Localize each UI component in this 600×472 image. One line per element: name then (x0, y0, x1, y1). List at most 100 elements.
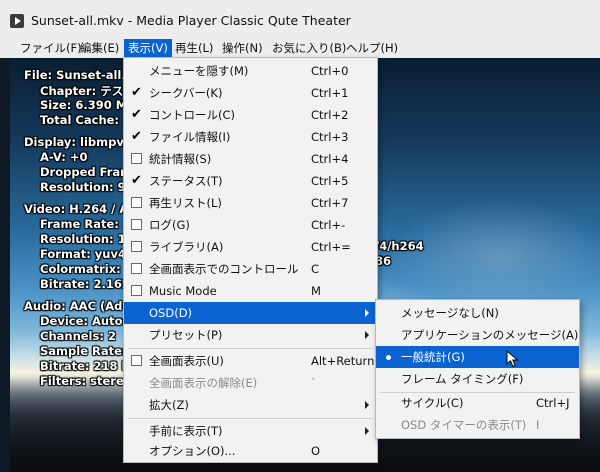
checkbox-icon (131, 241, 142, 252)
menu-item-log[interactable]: ログ(G) Ctrl+- (124, 214, 377, 236)
menu-item-label: コントロール(C) (149, 108, 236, 122)
menu-item-label: OSD タイマーの表示(T) (401, 418, 527, 432)
menu-item-presets[interactable]: プリセット(P) (124, 324, 377, 346)
osd-sample-rate: Sample Rate: (40, 344, 127, 358)
title-bar[interactable]: Sunset-all.mkv - Media Player Classic Qu… (0, 0, 600, 38)
osd-item-frame-timing[interactable]: フレーム タイミング(F) (376, 368, 579, 390)
menu-item-status[interactable]: ✔ ステータス(T) Ctrl+5 (124, 170, 377, 192)
menu-item-controls[interactable]: ✔ コントロール(C) Ctrl+2 (124, 104, 377, 126)
menu-item-label: ファイル情報(I) (149, 130, 231, 144)
view-menu: メニューを隠す(M) Ctrl+0 ✔ シークバー(K) Ctrl+1 ✔ コン… (123, 57, 378, 463)
osd-video-resolution: Resolution: 1 (40, 232, 126, 246)
menu-item-fullscreen-controls[interactable]: 全画面表示でのコントロール C (124, 258, 377, 280)
osd-channels: Channels: 2 (40, 329, 116, 343)
menu-item-shortcut: Ctrl+5 (311, 174, 349, 188)
osd-item-cycle[interactable]: サイクル(C) Ctrl+J (376, 392, 579, 414)
menu-separator (128, 348, 373, 349)
osd-video: Video: H.264 / AV (24, 202, 137, 216)
menu-item-shortcut: O (311, 444, 321, 458)
menu-item-label: プリセット(P) (149, 328, 223, 342)
checkbox-icon (131, 219, 142, 230)
menu-item-label: ライブラリ(A) (149, 240, 224, 254)
menu-item-statistics[interactable]: 統計情報(S) Ctrl+4 (124, 148, 377, 170)
menu-item-shortcut: Ctrl+0 (311, 64, 349, 78)
menu-edit[interactable]: 編集(E) (80, 39, 119, 57)
menu-item-shortcut: Ctrl+- (311, 218, 346, 232)
osd-dropped-frames: Dropped Fram (40, 165, 133, 179)
menu-item-fullscreen[interactable]: 全画面表示(U) Alt+Return (124, 350, 377, 372)
osd-audio: Audio: AAC (Adv (24, 299, 130, 313)
checkbox-icon (131, 285, 142, 296)
osd-item-general-stats[interactable]: 一般統計(G) (376, 346, 579, 368)
menu-item-shortcut: ` (311, 376, 317, 390)
menu-item-label: 全画面表示(U) (149, 354, 224, 368)
checkbox-icon (131, 197, 142, 208)
menu-item-shortcut: Ctrl+1 (311, 86, 349, 100)
menu-item-shortcut: Ctrl+= (311, 240, 351, 254)
osd-item-app-messages[interactable]: アプリケーションのメッセージ(A) (376, 324, 579, 346)
submenu-arrow-icon (365, 309, 369, 317)
menu-item-exit-fullscreen[interactable]: 全画面表示の解除(E) ` (124, 372, 377, 394)
menu-favorites[interactable]: お気に入り(B) (272, 39, 346, 57)
osd-av: A-V: +0 (40, 150, 88, 164)
menu-navigate[interactable]: 操作(N) (222, 39, 263, 57)
osd-frame-rate: Frame Rate: 2 (40, 217, 131, 231)
osd-device: Device: Autos (40, 314, 130, 328)
radio-bullet-icon (386, 355, 391, 360)
player-window: Sunset-all.mkv - Media Player Classic Qu… (0, 0, 600, 472)
menu-item-osd[interactable]: OSD(D) (124, 302, 377, 324)
menu-item-label: オプション(O)... (149, 444, 236, 458)
menu-item-label: 拡大(Z) (149, 398, 189, 412)
menu-item-playlist[interactable]: 再生リスト(L) Ctrl+7 (124, 192, 377, 214)
osd-item-timer-display[interactable]: OSD タイマーの表示(T) I (376, 414, 579, 436)
menu-item-label: メッセージなし(N) (401, 306, 499, 320)
osd-file: File: Sunset-all.m (24, 68, 138, 82)
osd-item-no-messages[interactable]: メッセージなし(N) (376, 302, 579, 324)
menu-item-label: 手前に表示(T) (149, 424, 223, 438)
menu-item-shortcut: Ctrl+3 (311, 130, 349, 144)
checkbox-icon (131, 355, 142, 366)
menu-item-shortcut: M (311, 284, 321, 298)
app-icon (10, 14, 24, 28)
menu-item-seekbar[interactable]: ✔ シークバー(K) Ctrl+1 (124, 82, 377, 104)
menu-item-label: ログ(G) (149, 218, 190, 232)
menu-item-shortcut: Ctrl+2 (311, 108, 349, 122)
checkbox-icon (131, 153, 142, 164)
menu-item-file-info[interactable]: ✔ ファイル情報(I) Ctrl+3 (124, 126, 377, 148)
osd-colormatrix: Colormatrix: (40, 262, 121, 276)
check-icon: ✔ (131, 129, 142, 144)
menu-item-label: ステータス(T) (149, 174, 223, 188)
submenu-arrow-icon (365, 401, 369, 409)
menu-play[interactable]: 再生(L) (175, 39, 213, 57)
menu-item-always-on-top[interactable]: 手前に表示(T) (124, 420, 377, 442)
osd-size: Size: 6.390 M (40, 98, 128, 112)
menu-item-options[interactable]: オプション(O)... O (124, 440, 377, 462)
menu-item-zoom[interactable]: 拡大(Z) (124, 394, 377, 416)
menu-item-music-mode[interactable]: Music Mode M (124, 280, 377, 302)
menu-item-label: アプリケーションのメッセージ(A) (401, 328, 579, 342)
check-icon: ✔ (131, 173, 142, 188)
menu-item-library[interactable]: ライブラリ(A) Ctrl+= (124, 236, 377, 258)
osd-format: Format: yuv4 (40, 247, 126, 261)
menu-view[interactable]: 表示(V) (124, 39, 172, 57)
mouse-cursor-icon (506, 350, 519, 368)
osd-filters: Filters: stereo (40, 374, 132, 388)
check-icon: ✔ (131, 85, 142, 100)
window-title: Sunset-all.mkv - Media Player Classic Qu… (31, 13, 351, 28)
menu-item-label: フレーム タイミング(F) (401, 372, 524, 386)
menu-item-label: サイクル(C) (401, 396, 464, 410)
menu-item-shortcut: Ctrl+4 (311, 152, 349, 166)
osd-total-cache: Total Cache: (40, 113, 120, 127)
menu-item-label: Music Mode (149, 284, 217, 298)
menu-help[interactable]: ヘルプ(H) (346, 39, 398, 57)
menu-file[interactable]: ファイル(F) (20, 39, 82, 57)
checkbox-icon (131, 263, 142, 274)
menu-item-label: 再生リスト(L) (149, 196, 222, 210)
submenu-arrow-icon (365, 427, 369, 435)
menu-item-label: 一般統計(G) (401, 350, 465, 364)
menu-item-hide-menu[interactable]: メニューを隠す(M) Ctrl+0 (124, 60, 377, 82)
menu-item-shortcut: Ctrl+7 (311, 196, 349, 210)
menu-item-label: 全画面表示の解除(E) (149, 376, 258, 390)
osd-display: Display: libmpv (24, 135, 124, 149)
menu-item-label: 全画面表示でのコントロール (149, 262, 299, 276)
